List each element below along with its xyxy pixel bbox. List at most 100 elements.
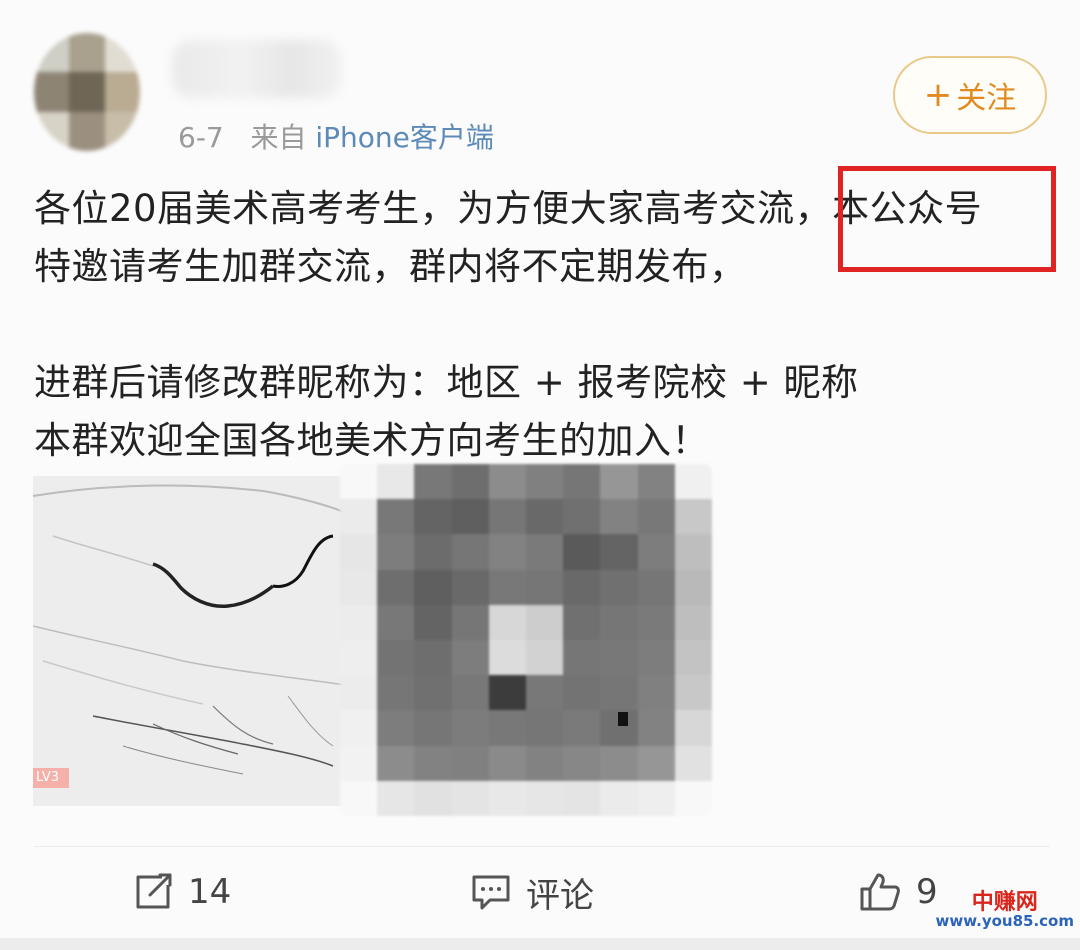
mosaic-pixel [377, 640, 415, 676]
avatar-pixel [34, 111, 70, 151]
mosaic-pixel [451, 604, 489, 640]
weibo-post-card: 6-7 来自 iPhone客户端 + 关注 各位20届美术高考考生，为方便大家高… [0, 0, 1080, 938]
plus-icon: + [923, 75, 953, 115]
mosaic-pixel [377, 710, 415, 746]
avatar-pixel [104, 72, 140, 112]
repost-icon [136, 873, 172, 909]
avatar-pixel [69, 33, 105, 73]
post-image-sketch[interactable]: LV3 [33, 476, 353, 806]
mosaic-pixel [674, 745, 712, 781]
avatar-pixel [34, 72, 70, 112]
like-icon [860, 873, 900, 911]
mosaic-pixel [600, 780, 638, 816]
mosaic-pixel [377, 569, 415, 605]
mosaic-pixel [340, 499, 378, 535]
mosaic-pixel [451, 534, 489, 570]
mosaic-pixel [526, 745, 564, 781]
mosaic-pixel [414, 604, 452, 640]
footer-divider [34, 846, 1050, 847]
mosaic-pixel [451, 499, 489, 535]
mosaic-pixel [377, 499, 415, 535]
mosaic-pixel [377, 745, 415, 781]
mosaic-pixel [451, 569, 489, 605]
mosaic-pixel [340, 604, 378, 640]
mosaic-pixel [563, 745, 601, 781]
follow-button[interactable]: + 关注 [893, 56, 1047, 134]
mosaic-pixel [488, 499, 526, 535]
mosaic-pixel [451, 780, 489, 816]
mosaic-pixel [340, 464, 378, 500]
avatar-pixel [34, 33, 70, 73]
mosaic-pixel [451, 640, 489, 676]
post-text-line: 本群欢迎全国各地美术方向考生的加入！ [34, 419, 709, 462]
mosaic-pixel [600, 640, 638, 676]
mosaic-pixel [563, 499, 601, 535]
mosaic-pixel [637, 499, 675, 535]
mosaic-pixel [377, 780, 415, 816]
mosaic-pixel [488, 640, 526, 676]
mosaic-pixel [526, 710, 564, 746]
mosaic-pixel [377, 604, 415, 640]
post-source[interactable]: iPhone客户端 [315, 121, 494, 154]
mosaic-pixel [488, 745, 526, 781]
mosaic-pixel [563, 675, 601, 711]
mosaic-pixel [637, 464, 675, 500]
mosaic-pixel [637, 710, 675, 746]
mosaic-pixel [563, 534, 601, 570]
avatar[interactable] [34, 33, 140, 151]
mosaic-pixel [600, 745, 638, 781]
mosaic-pixel [563, 780, 601, 816]
mosaic-pixel [637, 780, 675, 816]
mosaic-pixel [414, 745, 452, 781]
mosaic-pixel [488, 780, 526, 816]
watermark-url: www.you85.com [935, 912, 1074, 931]
post-meta: 6-7 来自 iPhone客户端 [178, 116, 494, 156]
mosaic-pixel [600, 499, 638, 535]
mosaic-pixel [563, 710, 601, 746]
mosaic-pixel [340, 675, 378, 711]
comment-icon [472, 875, 510, 910]
mosaic-pixel [414, 464, 452, 500]
mosaic-pixel [414, 780, 452, 816]
avatar-pixel [104, 111, 140, 151]
mosaic-pixel [526, 640, 564, 676]
avatar-pixel [69, 72, 105, 112]
mosaic-pixel [451, 745, 489, 781]
mosaic-pixel [637, 569, 675, 605]
mosaic-pixel [526, 780, 564, 816]
mosaic-pixel [674, 604, 712, 640]
post-text-blank-line [34, 296, 1054, 354]
mosaic-pixel [451, 464, 489, 500]
mosaic-pixel [563, 604, 601, 640]
repost-button[interactable]: 14 [132, 862, 231, 922]
mosaic-pixel [674, 499, 712, 535]
mosaic-pixel [674, 464, 712, 500]
mosaic-pixel [451, 675, 489, 711]
bottom-bar [0, 938, 1080, 950]
avatar-pixel [69, 111, 105, 151]
username-blurred[interactable] [172, 40, 342, 98]
like-count: 9 [916, 872, 938, 912]
mosaic-pixel [600, 569, 638, 605]
site-watermark: 中赚网 www.you85.com [936, 891, 1074, 930]
sketch-drawing [33, 476, 353, 806]
source-prefix: 来自 [250, 121, 307, 154]
comment-button[interactable]: 评论 [470, 862, 594, 922]
mosaic-pixel [674, 534, 712, 570]
mosaic-pixel [637, 604, 675, 640]
mosaic-pixel [340, 780, 378, 816]
mosaic-pixel [414, 499, 452, 535]
post-image-pixelated[interactable] [340, 464, 712, 816]
mosaic-pixel [526, 499, 564, 535]
post-text-line: 进群后请修改群昵称为：地区 + 报考院校 + 昵称 [34, 361, 859, 404]
mosaic-pixel [340, 640, 378, 676]
mosaic-pixel [563, 464, 601, 500]
mosaic-pixel [674, 569, 712, 605]
mosaic-pixel [377, 534, 415, 570]
mosaic-pixel [637, 640, 675, 676]
mosaic-pixel [414, 534, 452, 570]
mosaic-pixel [674, 780, 712, 816]
mosaic-pixel [526, 569, 564, 605]
mosaic-pixel [674, 710, 712, 746]
like-button[interactable]: 9 [858, 862, 938, 922]
